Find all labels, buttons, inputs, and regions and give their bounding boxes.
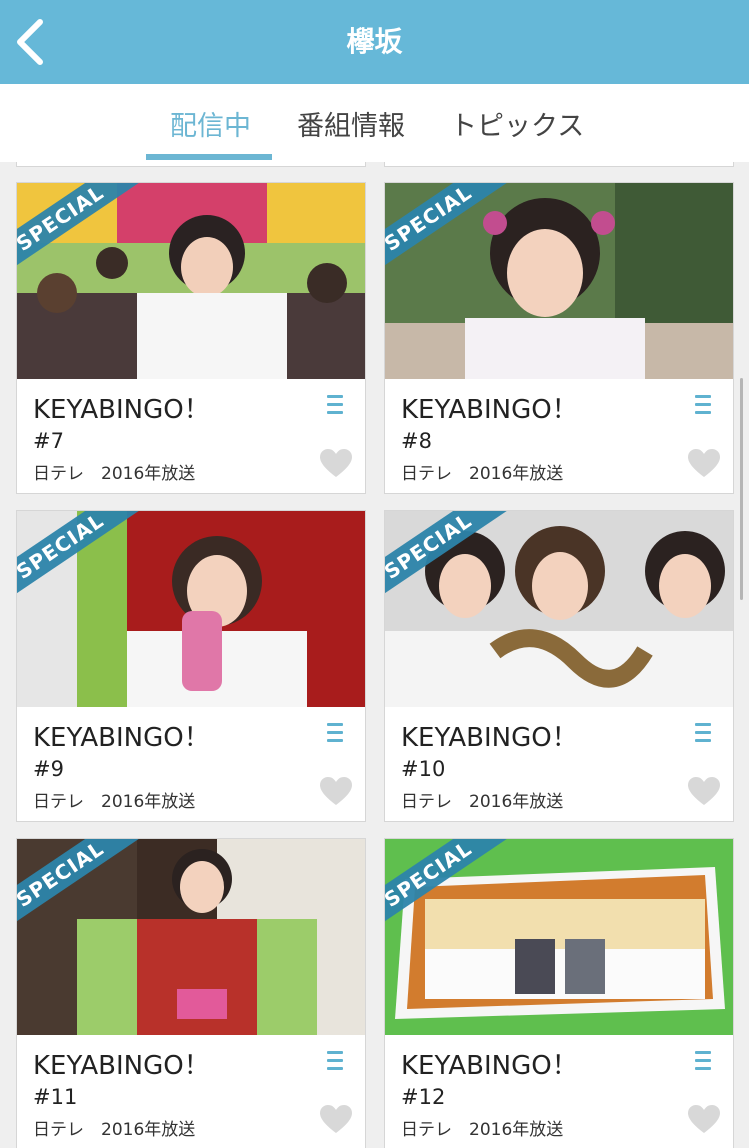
tab-streaming[interactable]: 配信中	[170, 104, 251, 143]
heart-icon[interactable]	[319, 777, 353, 807]
episode-number: #10	[401, 757, 446, 781]
menu-icon[interactable]	[695, 395, 713, 417]
episode-meta: 日テレ 2016年放送	[401, 792, 564, 812]
episode-meta: 日テレ 2016年放送	[401, 1120, 564, 1140]
heart-icon[interactable]	[687, 777, 721, 807]
episode-meta: 日テレ 2016年放送	[401, 464, 564, 484]
episode-title: KEYABINGO！	[401, 1051, 578, 1081]
episode-card[interactable]: SPECIAL KEYABINGO！ #12 日テレ 2016年放送	[384, 838, 734, 1148]
episode-meta: 日テレ 2016年放送	[33, 464, 196, 484]
episode-title: KEYABINGO！	[33, 1051, 210, 1081]
episode-number: #8	[401, 429, 432, 453]
episode-thumbnail[interactable]: SPECIAL	[385, 839, 733, 1035]
episode-thumbnail[interactable]: SPECIAL	[17, 839, 365, 1035]
active-tab-indicator	[146, 154, 272, 160]
menu-icon[interactable]	[695, 723, 713, 745]
menu-icon[interactable]	[327, 1051, 345, 1073]
tab-program-info[interactable]: 番組情報	[297, 104, 405, 143]
episode-number: #7	[33, 429, 64, 453]
episode-card[interactable]: SPECIAL KEYABINGO！ #11 日テレ 2016年放送	[16, 838, 366, 1148]
episode-title: KEYABINGO！	[33, 723, 210, 753]
episode-title: KEYABINGO！	[401, 395, 578, 425]
page-title: 欅坂	[346, 25, 403, 58]
episode-number: #11	[33, 1085, 78, 1109]
scrollbar[interactable]	[740, 378, 743, 600]
heart-icon[interactable]	[687, 449, 721, 479]
episode-number: #12	[401, 1085, 446, 1109]
tab-topics[interactable]: トピックス	[450, 104, 584, 143]
episode-card[interactable]: SPECIAL KEYABINGO！ #9 日テレ 2016年放送	[16, 510, 366, 822]
menu-icon[interactable]	[327, 723, 345, 745]
episode-meta: 日テレ 2016年放送	[33, 792, 196, 812]
heart-icon[interactable]	[319, 1105, 353, 1135]
heart-icon[interactable]	[319, 449, 353, 479]
app-header: 欅坂	[0, 0, 749, 84]
episode-thumbnail[interactable]: SPECIAL	[385, 511, 733, 707]
card-stub	[16, 162, 366, 167]
back-button[interactable]	[6, 14, 58, 70]
episode-thumbnail[interactable]: SPECIAL	[17, 183, 365, 379]
card-stub	[384, 162, 734, 167]
episode-thumbnail[interactable]: SPECIAL	[385, 183, 733, 379]
episode-thumbnail[interactable]: SPECIAL	[17, 511, 365, 707]
episode-card[interactable]: SPECIAL KEYABINGO！ #8 日テレ 2016年放送	[384, 182, 734, 494]
episode-card[interactable]: SPECIAL KEYABINGO！ #10 日テレ 2016年放送	[384, 510, 734, 822]
episode-title: KEYABINGO！	[33, 395, 210, 425]
menu-icon[interactable]	[695, 1051, 713, 1073]
episode-title: KEYABINGO！	[401, 723, 578, 753]
episode-meta: 日テレ 2016年放送	[33, 1120, 196, 1140]
episode-card[interactable]: SPECIAL KEYABINGO！ #7 日テレ 2016年放送	[16, 182, 366, 494]
chevron-left-icon	[17, 19, 43, 65]
tab-bar: 配信中 番組情報 トピックス	[0, 84, 749, 162]
menu-icon[interactable]	[327, 395, 345, 417]
heart-icon[interactable]	[687, 1105, 721, 1135]
episode-number: #9	[33, 757, 64, 781]
